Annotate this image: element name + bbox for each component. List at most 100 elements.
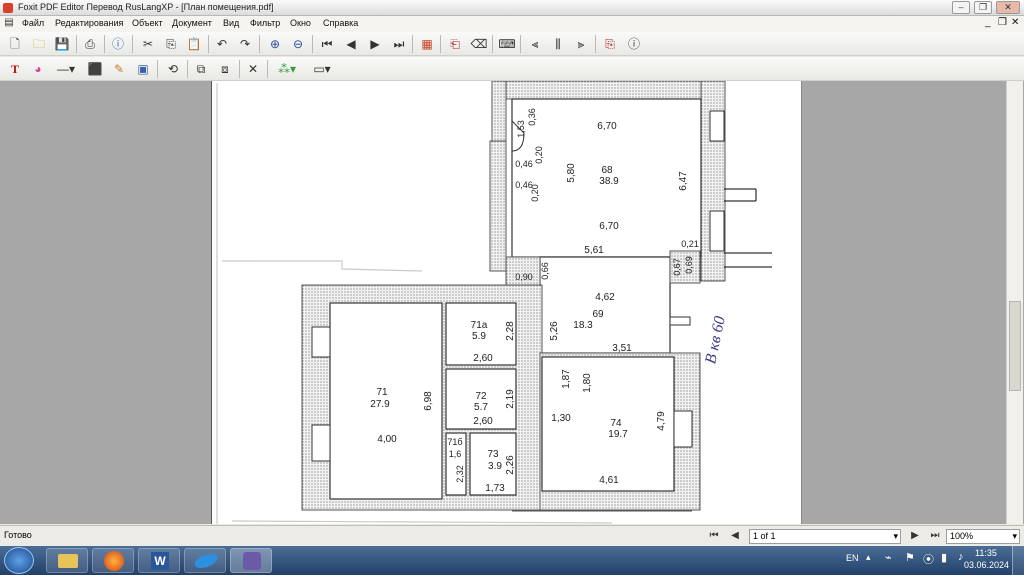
- mdi-restore-button[interactable]: ❐: [998, 17, 1007, 28]
- room-73-area: 3.9: [488, 461, 502, 472]
- undo-icon[interactable]: ↶: [213, 35, 231, 53]
- edit-object-icon[interactable]: ✎: [110, 60, 128, 78]
- zoom-dropdown-icon[interactable]: ▾: [1012, 530, 1017, 543]
- menu-view[interactable]: Вид: [223, 18, 239, 28]
- room-68-area: 38.9: [599, 176, 619, 187]
- dim-020b: 0,20: [530, 184, 540, 202]
- bookmark-icon[interactable]: ⎘: [601, 35, 619, 53]
- ie-task-icon[interactable]: [184, 548, 226, 573]
- cut-icon[interactable]: ✂: [139, 35, 157, 53]
- signal-tray-icon[interactable]: ▮: [941, 551, 947, 564]
- status-text: Готово: [4, 530, 32, 540]
- room-73-number: 73: [487, 449, 499, 460]
- dim-526: 5,26: [549, 321, 560, 341]
- save-icon[interactable]: 💾: [53, 35, 71, 53]
- status-prev-page-icon[interactable]: ◀: [726, 527, 744, 545]
- explorer-task-icon[interactable]: [46, 548, 88, 573]
- menu-help[interactable]: Справка: [323, 18, 358, 28]
- first-page-icon[interactable]: ⏮: [318, 35, 336, 53]
- text-tool-icon[interactable]: T: [6, 60, 24, 78]
- color-wheel-icon[interactable]: ◕: [29, 60, 47, 78]
- info-icon[interactable]: ⓘ: [625, 35, 643, 53]
- line-style-icon[interactable]: —▾: [54, 60, 78, 78]
- room-71b-number: 71б: [447, 437, 462, 447]
- zoom-out-icon[interactable]: ⊖: [289, 35, 307, 53]
- scrollbar-thumb[interactable]: [1009, 301, 1021, 391]
- fill-color-icon[interactable]: ⁂▾: [272, 60, 302, 78]
- room-74-number: 74: [610, 418, 622, 429]
- group-icon[interactable]: ⧉: [192, 60, 210, 78]
- menu-filter[interactable]: Фильтр: [250, 18, 280, 28]
- clock-date[interactable]: 03.06.2024: [964, 560, 1009, 570]
- pdf-page[interactable]: 6,70 68 38.9 6,70 5,61 5,80 6,47 0,36 1,…: [211, 81, 802, 524]
- transform-icon[interactable]: ⟲: [164, 60, 182, 78]
- status-first-page-icon[interactable]: ⏮: [705, 527, 723, 545]
- print-icon[interactable]: ⎙: [81, 35, 99, 53]
- dim-020a: 0,20: [534, 146, 544, 164]
- clock-time[interactable]: 11:35: [975, 548, 997, 558]
- mdi-close-button[interactable]: ✕: [1011, 17, 1019, 28]
- document-menu-icon[interactable]: ▤: [2, 16, 16, 30]
- keyboard-icon[interactable]: ⌨: [498, 35, 516, 53]
- foxit-task-icon[interactable]: [230, 548, 272, 573]
- menu-window[interactable]: Окно: [290, 18, 311, 28]
- status-last-page-icon[interactable]: ⏭: [926, 527, 944, 545]
- minimize-button[interactable]: –: [952, 1, 970, 14]
- redo-icon[interactable]: ↷: [236, 35, 254, 53]
- insert-page-icon[interactable]: ⎗: [446, 35, 464, 53]
- arrange-icon[interactable]: ▭▾: [307, 60, 337, 78]
- word-task-icon[interactable]: W: [138, 548, 180, 573]
- copy-icon[interactable]: ⎘: [162, 35, 180, 53]
- zoom-field[interactable]: 100% ▾: [946, 529, 1020, 544]
- start-button[interactable]: [4, 547, 34, 574]
- menu-edit[interactable]: Редактирования: [55, 18, 123, 28]
- close-button[interactable]: ✕: [996, 1, 1020, 14]
- align-left-icon[interactable]: ⫷: [526, 35, 544, 53]
- previous-page-icon[interactable]: ◀: [342, 35, 360, 53]
- shape-icon[interactable]: ⬛: [86, 60, 104, 78]
- flag-tray-icon[interactable]: ⚑: [905, 551, 915, 564]
- show-desktop-button[interactable]: [1012, 546, 1024, 575]
- properties-icon[interactable]: ⓘ: [109, 35, 127, 53]
- restore-button[interactable]: ❐: [974, 1, 992, 14]
- menu-file[interactable]: Файл: [22, 18, 44, 28]
- firefox-task-icon[interactable]: [92, 548, 134, 573]
- main-toolbar: 🗋 🗀 💾 ⎙ ⓘ ✂ ⎘ 📋 ↶ ↷ ⊕ ⊖ ⏮ ◀ ▶ ⏭ ▦ ⎗ ⌫ ⌨ …: [0, 32, 1024, 56]
- paste-icon[interactable]: 📋: [185, 35, 203, 53]
- new-document-icon[interactable]: 🗋: [6, 35, 24, 53]
- volume-tray-icon[interactable]: ♪: [958, 551, 964, 563]
- last-page-icon[interactable]: ⏭: [390, 35, 408, 53]
- page-layout-icon[interactable]: ▦: [418, 35, 436, 53]
- delete-page-icon[interactable]: ⌫: [470, 35, 488, 53]
- room-71-number: 71: [376, 387, 388, 398]
- ungroup-icon[interactable]: ⧈: [216, 60, 234, 78]
- tray-expand-icon[interactable]: ▴: [866, 552, 871, 563]
- page-number-field[interactable]: 1 of 1 ▾: [749, 529, 901, 544]
- vertical-scrollbar[interactable]: [1006, 81, 1023, 524]
- dim-228: 2,28: [505, 321, 516, 341]
- menu-object[interactable]: Объект: [132, 18, 163, 28]
- dim-090: 0,90: [515, 272, 533, 282]
- menu-document[interactable]: Документ: [172, 18, 212, 28]
- zoom-in-icon[interactable]: ⊕: [266, 35, 284, 53]
- network-tray-icon[interactable]: ⦿: [923, 551, 934, 567]
- mdi-minimize-button[interactable]: _: [985, 17, 991, 28]
- open-folder-icon[interactable]: 🗀: [30, 35, 48, 53]
- align-right-icon[interactable]: ⫸: [572, 35, 590, 53]
- dim-260a: 2,60: [473, 353, 493, 364]
- status-next-page-icon[interactable]: ▶: [906, 527, 924, 545]
- dim-046a: 0,46: [515, 159, 533, 169]
- align-center-icon[interactable]: ⫼: [549, 35, 567, 53]
- page-dropdown-icon[interactable]: ▾: [893, 530, 898, 543]
- next-page-icon[interactable]: ▶: [366, 35, 384, 53]
- dim-066: 0,66: [540, 262, 550, 280]
- dim-173: 1,73: [485, 483, 505, 494]
- usb-tray-icon[interactable]: ⌁: [885, 551, 892, 564]
- image-object-icon[interactable]: ▣: [134, 60, 152, 78]
- dim-351: 3,51: [612, 343, 632, 354]
- crop-icon[interactable]: ✕: [244, 60, 262, 78]
- document-workspace: 6,70 68 38.9 6,70 5,61 5,80 6,47 0,36 1,…: [0, 81, 1024, 524]
- dim-16: 1,6: [449, 449, 462, 459]
- dim-561: 5,61: [584, 245, 604, 256]
- language-indicator[interactable]: EN: [846, 553, 859, 563]
